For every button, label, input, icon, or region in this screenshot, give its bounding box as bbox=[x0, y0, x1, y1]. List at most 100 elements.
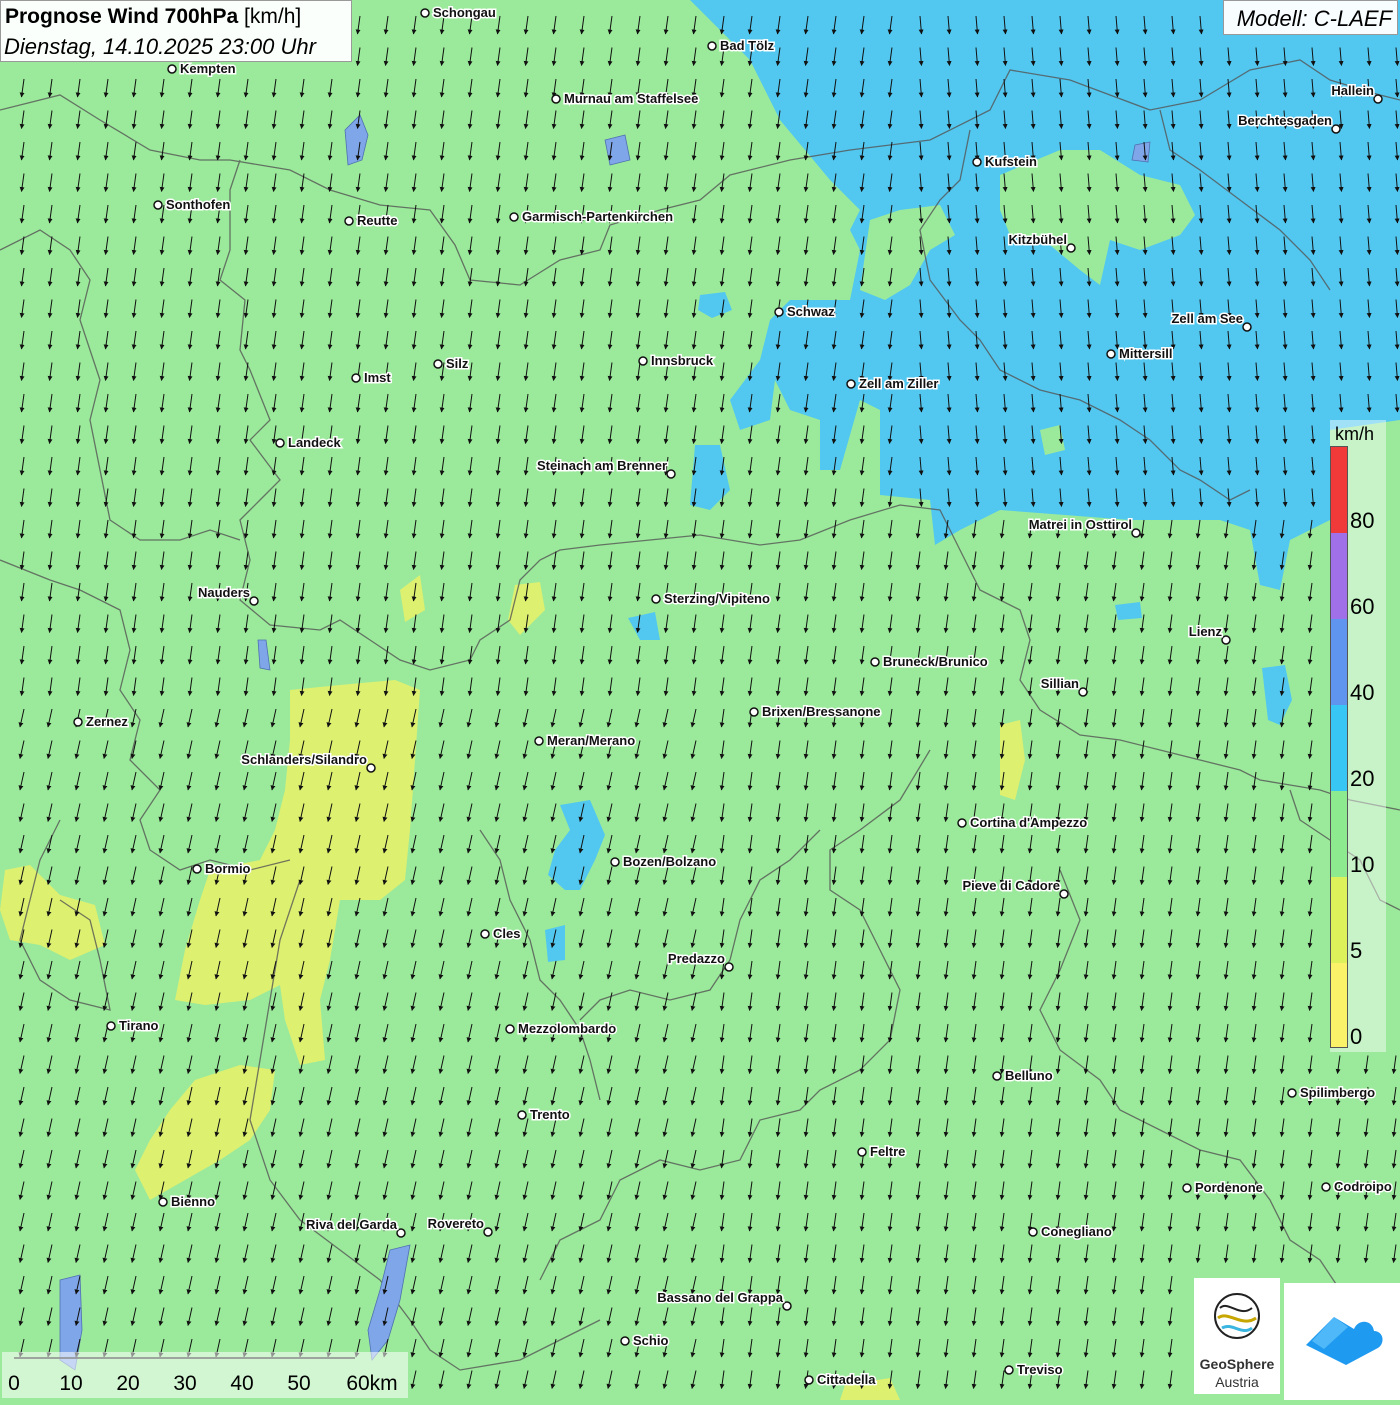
place-dot bbox=[517, 1110, 527, 1120]
place-dot bbox=[870, 657, 880, 667]
place-label: Kitzbühel bbox=[1009, 232, 1068, 247]
place-marker: Zell am Ziller bbox=[846, 375, 940, 393]
place-marker: Meran/Merano bbox=[534, 732, 637, 750]
place-dot bbox=[351, 373, 361, 383]
title-box: Prognose Wind 700hPa [km/h] Dienstag, 14… bbox=[0, 0, 352, 62]
place-label: Innsbruck bbox=[651, 353, 714, 368]
place-dot bbox=[480, 929, 490, 939]
place-label: Lienz bbox=[1189, 624, 1223, 639]
place-label: Kempten bbox=[180, 61, 236, 76]
place-marker: Schongau bbox=[420, 4, 497, 22]
place-label: Pordenone bbox=[1195, 1180, 1263, 1195]
place-label: Zernez bbox=[86, 714, 128, 729]
legend-swatch-5 bbox=[1331, 877, 1347, 963]
place-dot bbox=[505, 1024, 515, 1034]
place-dot bbox=[1004, 1365, 1014, 1375]
place-dot bbox=[420, 8, 430, 18]
place-label: Sonthofen bbox=[166, 197, 230, 212]
place-dot bbox=[433, 359, 443, 369]
legend-swatch-40 bbox=[1331, 619, 1347, 705]
place-dot bbox=[724, 962, 734, 972]
place-marker: Bruneck/Brunico bbox=[870, 653, 989, 671]
place-label: Cittadella bbox=[817, 1372, 876, 1387]
place-marker: Brixen/Bressanone bbox=[749, 703, 882, 721]
wind-speed-20-40-area bbox=[545, 925, 565, 962]
place-label: Mezzolombardo bbox=[518, 1021, 616, 1036]
place-label: Feltre bbox=[870, 1144, 905, 1159]
place-marker: Murnau am Staffelsee bbox=[551, 90, 700, 108]
place-dot bbox=[638, 356, 648, 366]
place-dot bbox=[774, 307, 784, 317]
legend-tick-20: 20 bbox=[1350, 766, 1375, 791]
map-unit: [km/h] bbox=[244, 5, 302, 28]
place-label: Bormio bbox=[205, 861, 251, 876]
place-label: Bassano del Grappa bbox=[657, 1290, 783, 1305]
place-dot bbox=[1321, 1182, 1331, 1192]
place-dot bbox=[153, 200, 163, 210]
place-label: Predazzo bbox=[668, 951, 725, 966]
place-label: Schlanders/Silandro bbox=[241, 752, 367, 767]
scale-label-40: 40 bbox=[230, 1372, 254, 1395]
geosphere-country: Austria bbox=[1215, 1374, 1259, 1390]
place-label: Bozen/Bolzano bbox=[623, 854, 716, 869]
place-dot bbox=[782, 1301, 792, 1311]
place-label: Matrei in Osttirol bbox=[1029, 517, 1132, 532]
place-marker: Cortina d'Ampezzo bbox=[957, 814, 1089, 832]
legend-tick-10: 10 bbox=[1350, 852, 1375, 877]
place-dot bbox=[1242, 322, 1252, 332]
legend-tick-60: 60 bbox=[1350, 594, 1375, 619]
model-box: Modell: C-LAEF bbox=[1223, 0, 1398, 35]
geosphere-logo[interactable]: GeoSphere Austria bbox=[1194, 1278, 1280, 1394]
weather-app-cloud-icon bbox=[1306, 1317, 1383, 1365]
scale-label-60km: 60km bbox=[346, 1372, 398, 1395]
place-label: Bruneck/Brunico bbox=[883, 654, 988, 669]
legend-swatch-80 bbox=[1331, 447, 1347, 533]
place-marker: Conegliano bbox=[1028, 1223, 1113, 1241]
wind-speed-20-40-area bbox=[1115, 602, 1142, 620]
place-dot bbox=[106, 1021, 116, 1031]
place-dot bbox=[1078, 687, 1088, 697]
legend-tick-80: 80 bbox=[1350, 508, 1375, 533]
place-marker: Sterzing/Vipiteno bbox=[651, 590, 771, 608]
place-label: Tirano bbox=[119, 1018, 159, 1033]
place-dot bbox=[158, 1197, 168, 1207]
place-dot bbox=[551, 94, 561, 104]
place-label: Bad Tölz bbox=[720, 38, 775, 53]
place-dot bbox=[344, 216, 354, 226]
place-marker: Innsbruck bbox=[638, 352, 715, 370]
place-dot bbox=[651, 594, 661, 604]
place-dot bbox=[509, 212, 519, 222]
place-marker: Bozen/Bolzano bbox=[610, 853, 718, 871]
place-dot bbox=[749, 707, 759, 717]
place-label: Bienno bbox=[171, 1194, 215, 1209]
scale-label-50: 50 bbox=[287, 1372, 311, 1395]
place-dot bbox=[610, 857, 620, 867]
place-dot bbox=[1131, 528, 1141, 538]
place-dot bbox=[957, 818, 967, 828]
weather-app-logo[interactable] bbox=[1284, 1283, 1400, 1400]
place-dot bbox=[1331, 124, 1341, 134]
place-label: Sillian bbox=[1041, 676, 1079, 691]
place-label: Hallein bbox=[1331, 83, 1374, 98]
legend-color-bar bbox=[1330, 446, 1348, 1048]
place-label: Pieve di Cadore bbox=[962, 878, 1060, 893]
legend-unit: km/h bbox=[1335, 424, 1375, 444]
place-label: Belluno bbox=[1005, 1068, 1053, 1083]
place-dot bbox=[275, 438, 285, 448]
geosphere-name: GeoSphere bbox=[1199, 1356, 1275, 1372]
wind-forecast-map: Schongau Bad Tölz Kempten Murnau am Staffel… bbox=[0, 0, 1400, 1400]
place-label: Murnau am Staffelsee bbox=[564, 91, 698, 106]
place-dot bbox=[1287, 1088, 1297, 1098]
place-dot bbox=[1182, 1183, 1192, 1193]
place-label: Kufstein bbox=[985, 154, 1037, 169]
place-label: Zell am Ziller bbox=[859, 376, 938, 391]
color-legend: km/h 80 60 40 20 10 5 0 bbox=[1330, 420, 1386, 1052]
place-dot bbox=[1059, 889, 1069, 899]
forecast-datetime: Dienstag, 14.10.2025 23:00 Uhr bbox=[4, 34, 316, 59]
place-dot bbox=[992, 1071, 1002, 1081]
place-marker: Sonthofen bbox=[153, 196, 232, 214]
place-label: Steinach am Brenner bbox=[537, 458, 667, 473]
place-label: Mittersill bbox=[1119, 346, 1172, 361]
scale-label-30: 30 bbox=[173, 1372, 197, 1395]
place-marker: Mezzolombardo bbox=[505, 1020, 618, 1038]
